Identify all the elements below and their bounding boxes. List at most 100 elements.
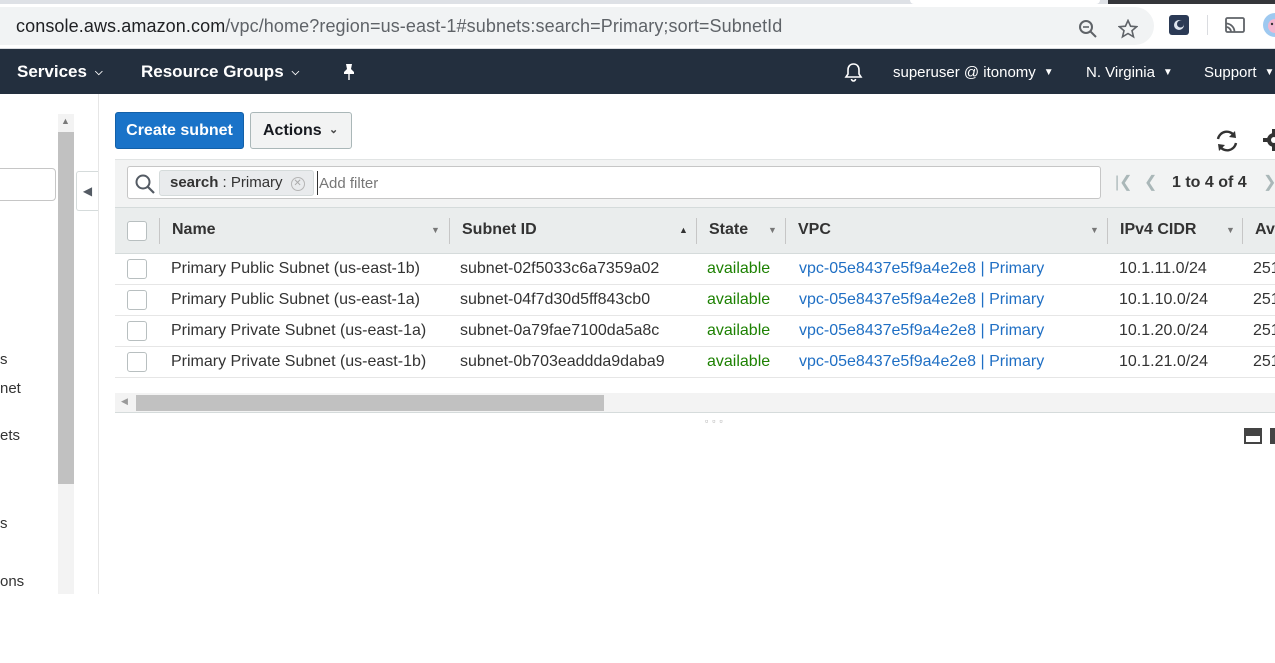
extension-icon[interactable] — [1168, 14, 1190, 36]
bell-icon[interactable] — [844, 62, 863, 82]
resource-groups-menu[interactable]: Resource Groups ⌵ — [141, 62, 299, 82]
column-header-vpc[interactable]: VPC — [798, 208, 831, 254]
support-menu[interactable]: Support ▼ — [1204, 64, 1274, 81]
sort-caret-icon[interactable]: ▼ — [1226, 225, 1235, 235]
filter-token-value: : Primary — [222, 174, 283, 191]
create-subnet-button[interactable]: Create subnet — [115, 112, 244, 149]
row-checkbox[interactable] — [127, 259, 147, 279]
region-menu[interactable]: N. Virginia ▼ — [1086, 64, 1173, 81]
cell-vpc-link[interactable]: vpc-05e8437e5f9a4e2e8 | Primary — [799, 322, 1044, 340]
column-header-name[interactable]: Name — [172, 208, 216, 254]
column-divider — [159, 218, 160, 244]
table-row[interactable]: Primary Public Subnet (us-east-1b) subne… — [115, 254, 1275, 285]
refresh-icon[interactable] — [1214, 128, 1240, 154]
cell-ipv4-cidr: 10.1.20.0/24 — [1119, 322, 1208, 339]
table-header: Name ▼ Subnet ID ▲ State ▼ VPC ▼ IPv4 CI… — [115, 207, 1275, 254]
remove-filter-icon[interactable]: ✕ — [290, 177, 305, 191]
cell-state: available — [707, 260, 771, 277]
select-all-checkbox[interactable] — [127, 221, 147, 241]
bottom-panel-layout-icon[interactable] — [1244, 428, 1262, 444]
scroll-up-arrow-icon[interactable]: ▲ — [61, 116, 70, 126]
pin-icon[interactable] — [341, 63, 357, 81]
avatar[interactable] — [1262, 12, 1275, 38]
sidebar-vpc-filter[interactable] — [0, 168, 56, 201]
sidebar-item[interactable]: ons — [0, 573, 24, 590]
filter-token[interactable]: search : Primary ✕ — [159, 170, 314, 196]
support-label: Support — [1204, 64, 1257, 81]
search-box[interactable]: search : Primary ✕ — [127, 166, 1101, 199]
sidebar-scrollbar-thumb[interactable] — [58, 132, 74, 484]
first-page-icon[interactable]: |❮ — [1115, 172, 1133, 192]
collapse-sidebar-button[interactable]: ◀ — [76, 171, 98, 211]
column-divider[interactable] — [785, 218, 786, 244]
cell-subnet-id: subnet-0b703eaddda9daba9 — [460, 353, 665, 370]
previous-page-icon[interactable]: ❮ — [1144, 172, 1157, 192]
zoom-icon[interactable] — [1078, 19, 1098, 39]
sort-caret-icon[interactable]: ▼ — [431, 225, 440, 235]
add-filter-input[interactable] — [317, 171, 877, 195]
user-label: superuser @ itonomy — [893, 64, 1036, 81]
cell-ipv4-cidr: 10.1.10.0/24 — [1119, 291, 1208, 308]
caret-down-icon: ▼ — [1162, 67, 1173, 78]
actions-label: Actions — [263, 122, 322, 139]
caret-down-icon: ▼ — [1264, 67, 1275, 78]
filter-bar: search : Primary ✕ |❮ ❮ 1 to 4 of 4 ❯ — [115, 159, 1275, 207]
table-row[interactable]: Primary Private Subnet (us-east-1b) subn… — [115, 347, 1275, 378]
sidebar-item[interactable]: s — [0, 351, 8, 368]
column-header-ipv4-cidr[interactable]: IPv4 CIDR — [1120, 208, 1196, 254]
row-checkbox[interactable] — [127, 352, 147, 372]
url-path: /vpc/home?region=us-east-1#subnets:searc… — [225, 16, 783, 36]
url-host: console.aws.amazon.com — [16, 16, 226, 36]
sort-ascending-icon[interactable]: ▲ — [679, 225, 688, 235]
column-divider[interactable] — [1107, 218, 1108, 244]
column-header-state[interactable]: State — [709, 208, 748, 254]
cell-vpc-link[interactable]: vpc-05e8437e5f9a4e2e8 | Primary — [799, 291, 1044, 309]
gear-icon[interactable] — [1262, 128, 1275, 152]
cell-ipv4-cidr: 10.1.21.0/24 — [1119, 353, 1208, 370]
sidebar-item[interactable]: net — [0, 380, 21, 397]
cell-vpc-link[interactable]: vpc-05e8437e5f9a4e2e8 | Primary — [799, 353, 1044, 371]
sort-caret-icon[interactable]: ▼ — [768, 225, 777, 235]
column-divider[interactable] — [449, 218, 450, 244]
actions-dropdown[interactable]: Actions ⌄ — [250, 112, 352, 149]
cell-subnet-id: subnet-02f5033c6a7359a02 — [460, 260, 660, 277]
url-text[interactable]: console.aws.amazon.com/vpc/home?region=u… — [16, 16, 782, 37]
row-checkbox[interactable] — [127, 290, 147, 310]
cell-available-ips: 251 — [1253, 260, 1275, 277]
cast-icon[interactable] — [1224, 14, 1246, 36]
filter-token-key: search — [170, 174, 219, 191]
column-header-subnet-id[interactable]: Subnet ID — [462, 208, 537, 254]
services-menu[interactable]: Services ⌵ — [17, 62, 103, 82]
split-pane-resize-handle[interactable]: ▫▫▫ — [705, 416, 727, 426]
address-bar[interactable]: console.aws.amazon.com/vpc/home?region=u… — [0, 7, 1154, 45]
cell-subnet-id: subnet-0a79fae7100da5a8c — [460, 322, 660, 339]
cell-available-ips: 251 — [1253, 353, 1275, 370]
cell-subnet-id: subnet-04f7d30d5ff843cb0 — [460, 291, 651, 308]
cell-name: Primary Public Subnet (us-east-1b) — [171, 260, 420, 277]
bookmark-star-icon[interactable] — [1118, 19, 1138, 39]
chevron-down-icon: ⌄ — [329, 124, 339, 136]
horizontal-scroll-thumb[interactable] — [136, 395, 604, 411]
sidebar-item[interactable]: s — [0, 515, 8, 532]
pagination-label: 1 to 4 of 4 — [1172, 174, 1247, 191]
table-row[interactable]: Primary Private Subnet (us-east-1a) subn… — [115, 316, 1275, 347]
column-divider[interactable] — [696, 218, 697, 244]
cell-available-ips: 251 — [1253, 322, 1275, 339]
scroll-left-arrow-icon[interactable]: ◀ — [121, 396, 128, 407]
side-panel-layout-icon[interactable] — [1270, 428, 1275, 444]
cell-vpc-link[interactable]: vpc-05e8437e5f9a4e2e8 | Primary — [799, 260, 1044, 278]
sidebar-item[interactable]: ets — [0, 427, 20, 444]
table-horizontal-scrollbar[interactable]: ◀ — [115, 393, 1275, 413]
row-checkbox[interactable] — [127, 321, 147, 341]
resource-groups-label: Resource Groups — [141, 62, 284, 81]
sort-caret-icon[interactable]: ▼ — [1090, 225, 1099, 235]
next-page-icon[interactable]: ❯ — [1263, 172, 1275, 192]
column-header-available-ips[interactable]: Av — [1255, 208, 1275, 254]
table-row[interactable]: Primary Public Subnet (us-east-1a) subne… — [115, 285, 1275, 316]
cell-state: available — [707, 353, 771, 370]
column-divider[interactable] — [1242, 218, 1243, 244]
tab-strip — [0, 0, 1275, 4]
cell-state: available — [707, 291, 771, 308]
services-label: Services — [17, 62, 87, 81]
user-menu[interactable]: superuser @ itonomy ▼ — [893, 64, 1054, 81]
